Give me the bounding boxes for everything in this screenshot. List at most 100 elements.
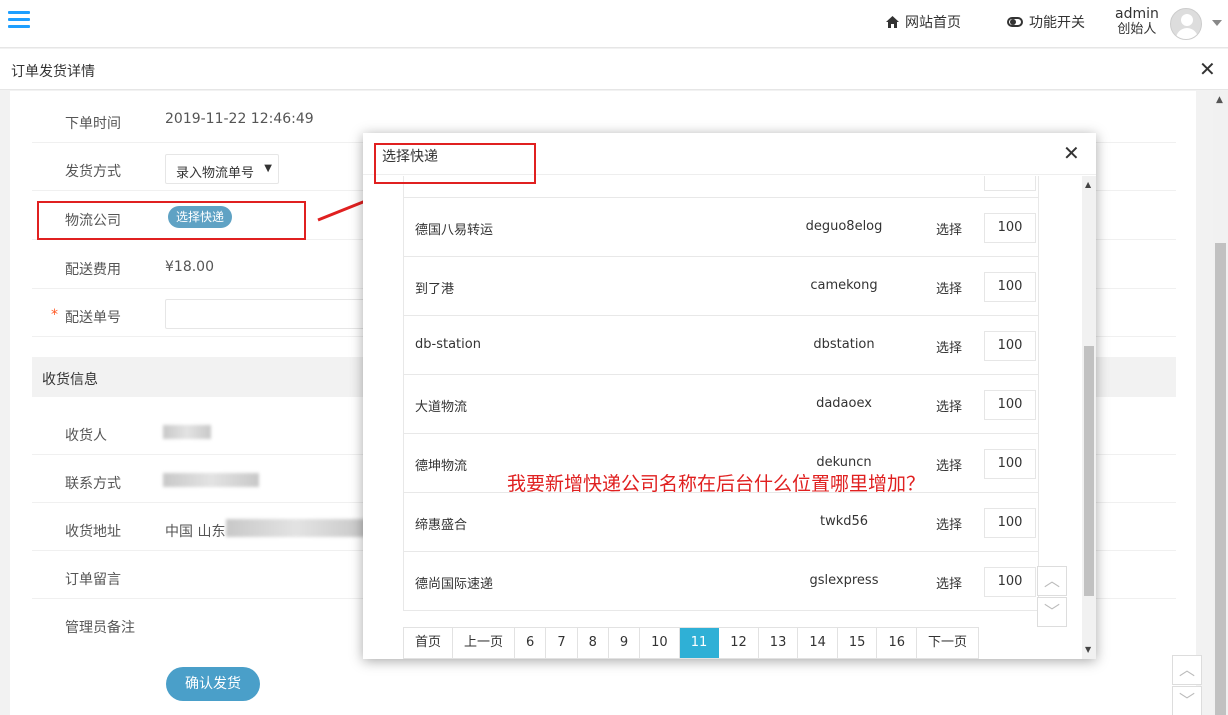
blurred-receiver: [163, 425, 211, 439]
sort-order-input[interactable]: 100: [984, 213, 1036, 243]
highlight-logistics-box: [37, 201, 306, 240]
express-name: 大道物流: [415, 400, 468, 415]
toggle-icon: [1007, 17, 1023, 27]
top-header: 网站首页 功能开关 admin 创始人: [0, 0, 1228, 48]
page-item[interactable]: 14: [798, 628, 838, 658]
page-item[interactable]: 13: [759, 628, 799, 658]
modal-scrollbar[interactable]: ▲ ▼: [1082, 176, 1096, 659]
express-table: 德国八易转运 deguo8elog 选择 100 到了港 camekong 选择 100 db-…: [403, 176, 1039, 611]
express-name: 缔惠盛合: [415, 518, 468, 533]
express-code: dbstation: [813, 337, 875, 352]
feature-label: 功能开关: [1029, 15, 1085, 31]
express-code: twkd56: [819, 514, 869, 529]
select-link[interactable]: 选择: [936, 278, 962, 297]
page-item[interactable]: 10: [640, 628, 680, 658]
page-item[interactable]: 首页: [404, 628, 454, 658]
receiver-label: 收货人: [65, 428, 107, 444]
page-title-bar: 订单发货详情 ✕: [0, 49, 1228, 90]
page-scrollbar[interactable]: ▲: [1213, 91, 1228, 715]
caret-down-icon: ▼: [264, 163, 272, 174]
user-info[interactable]: admin 创始人: [1115, 6, 1159, 38]
blurred-address: [226, 519, 366, 537]
table-row: 大道物流 dadaoex 选择 100: [403, 375, 1039, 434]
close-icon[interactable]: ✕: [1199, 59, 1216, 79]
express-code: camekong: [810, 278, 878, 293]
express-name: db-station: [415, 337, 481, 352]
modal-scroll-up-icon[interactable]: ▲: [1085, 180, 1091, 189]
home-link[interactable]: 网站首页: [886, 12, 961, 32]
scroll-top-icon[interactable]: ︿: [1172, 655, 1202, 685]
express-name: 德尚国际速递: [415, 577, 494, 592]
order-input-partial[interactable]: [984, 176, 1036, 191]
page-title: 订单发货详情: [11, 64, 95, 80]
table-row: 到了港 camekong 选择 100: [403, 257, 1039, 316]
order-time-label: 下单时间: [65, 116, 121, 132]
select-link[interactable]: 选择: [936, 396, 962, 415]
modal-scrollbar-thumb[interactable]: [1084, 346, 1094, 596]
home-icon: [886, 16, 899, 28]
annotation-question: 我要新增快递公司名称在后台什么位置哪里增加？: [507, 473, 926, 495]
page-item[interactable]: 9: [609, 628, 641, 658]
express-code: dekuncn: [816, 455, 872, 470]
tracking-number-input[interactable]: [165, 299, 365, 329]
select-link[interactable]: 选择: [936, 573, 962, 592]
highlight-modal-title-box: [374, 143, 536, 184]
scroll-up-icon[interactable]: ▲: [1216, 95, 1223, 105]
blurred-contact: [163, 473, 259, 487]
sort-order-input[interactable]: 100: [984, 567, 1036, 597]
table-row: 德尚国际速递 gslexpress 选择 100: [403, 552, 1039, 611]
ship-method-select[interactable]: 录入物流单号 ▼: [165, 154, 279, 184]
page-scrollbar-thumb[interactable]: [1215, 243, 1226, 715]
modal-body: 德国八易转运 deguo8elog 选择 100 到了港 camekong 选择 100 db-…: [363, 176, 1083, 659]
chevron-down-icon[interactable]: [1212, 20, 1222, 26]
page-item[interactable]: 8: [578, 628, 609, 658]
confirm-ship-button[interactable]: 确认发货: [166, 667, 260, 701]
page-item[interactable]: 上一页: [453, 628, 516, 658]
page-item[interactable]: 7: [546, 628, 578, 658]
home-label: 网站首页: [905, 15, 961, 31]
select-link[interactable]: 选择: [936, 455, 962, 474]
message-label: 订单留言: [65, 572, 121, 588]
page-item[interactable]: 16: [877, 628, 917, 658]
sort-order-input[interactable]: 100: [984, 331, 1036, 361]
modal-float-down-icon[interactable]: ﹀: [1037, 597, 1067, 627]
required-mark: *: [51, 307, 58, 323]
select-link[interactable]: 选择: [936, 514, 962, 533]
scroll-bottom-icon[interactable]: ﹀: [1172, 686, 1202, 715]
sort-order-input[interactable]: 100: [984, 390, 1036, 420]
receiver-section-title: 收货信息: [42, 372, 98, 388]
express-rows: 德国八易转运 deguo8elog 选择 100 到了港 camekong 选择 100 db-…: [403, 198, 1039, 611]
sort-order-input[interactable]: 100: [984, 508, 1036, 538]
table-row: db-station dbstation 选择 100: [403, 316, 1039, 375]
fee-label: 配送费用: [65, 262, 121, 278]
sort-order-input[interactable]: 100: [984, 449, 1036, 479]
fee-value: ¥18.00: [165, 259, 214, 275]
select-express-modal: 德国八易转运 deguo8elog 选择 100 到了港 camekong 选择 100 db-…: [363, 133, 1096, 659]
address-label: 收货地址: [65, 524, 121, 540]
express-code: gslexpress: [809, 573, 879, 588]
tracking-label: 配送单号: [65, 310, 121, 326]
tracking-label-wrap: * 配送单号: [51, 307, 121, 327]
modal-float-up-icon[interactable]: ︿: [1037, 566, 1067, 596]
page-item[interactable]: 下一页: [917, 628, 978, 658]
page-item[interactable]: 11: [679, 628, 720, 658]
express-code: dadaoex: [816, 396, 872, 411]
page-item[interactable]: 12: [719, 628, 759, 658]
express-name: 到了港: [415, 282, 455, 297]
modal-close-icon[interactable]: ✕: [1063, 143, 1080, 163]
express-name: 德坤物流: [415, 459, 468, 474]
avatar[interactable]: [1170, 8, 1202, 40]
select-link[interactable]: 选择: [936, 219, 962, 238]
pagination: 首页 上一页 6 7 8 9 10 11 12 13 14 15 16 下一页: [403, 627, 979, 659]
table-row: 缔惠盛合 twkd56 选择 100: [403, 493, 1039, 552]
modal-scroll-down-icon[interactable]: ▼: [1085, 645, 1091, 654]
user-role: 创始人: [1117, 22, 1157, 37]
feature-toggle-link[interactable]: 功能开关: [1007, 12, 1085, 32]
ship-method-value: 录入物流单号: [176, 166, 255, 181]
address-value: 中国 山东: [165, 524, 226, 540]
sort-order-input[interactable]: 100: [984, 272, 1036, 302]
menu-icon[interactable]: [8, 11, 30, 31]
select-link[interactable]: 选择: [936, 337, 962, 356]
page-item[interactable]: 6: [515, 628, 547, 658]
page-item[interactable]: 15: [838, 628, 878, 658]
